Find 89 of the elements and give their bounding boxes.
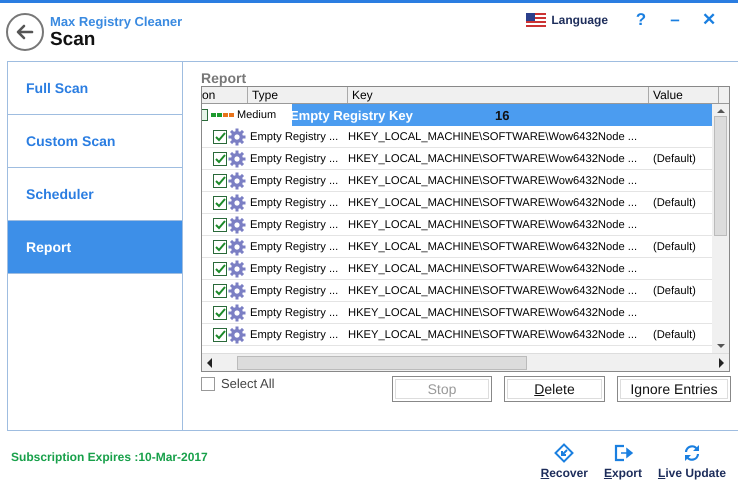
scroll-down-icon [716,343,726,349]
checkmark-icon [214,219,226,230]
checkbox[interactable] [213,306,227,320]
flag-icon [526,12,546,26]
group-count: 16 [495,108,510,122]
checkmark-icon [214,175,226,186]
table-cell: Empty Registry ... [250,152,338,164]
checkbox[interactable] [213,284,227,298]
checkbox[interactable] [213,240,227,254]
checkbox[interactable] [213,152,227,166]
table-cell: HKEY_LOCAL_MACHINE\SOFTWARE\Wow6432Node ... [348,284,638,296]
checkmark-icon [214,131,226,142]
section-title: Report [201,70,248,86]
severity-label: Medium [237,109,276,121]
scroll-right-icon [718,356,725,368]
footer-action-button[interactable]: Export [604,442,642,480]
checkbox-label: Select All [221,376,274,391]
gear-icon [228,238,246,256]
page-title: Scan [50,28,96,50]
checkbox[interactable] [201,376,215,390]
scroll-left-icon [206,356,213,368]
close-button[interactable]: ✕ [694,9,724,30]
table-cell: (Default) [653,152,696,164]
checkmark-icon [214,285,226,296]
scroll-thumb[interactable] [714,116,727,236]
column-header[interactable]: Type [248,87,348,103]
gear-icon [228,150,246,168]
subscription-text: Subscription Expires :10-Mar-2017 [11,450,208,464]
action-button[interactable]: Ignore Entries [617,376,731,402]
table-cell: HKEY_LOCAL_MACHINE\SOFTWARE\Wow6432Node ... [348,152,638,164]
gear-icon [228,128,246,146]
table-cell: Empty Registry ... [250,240,338,252]
column-header[interactable]: on [202,87,248,103]
help-button[interactable]: ? [626,10,656,30]
action-button[interactable]: Delete [504,376,605,402]
app-name: Max Registry Cleaner [50,14,182,28]
gear-icon [228,216,246,234]
vertical-scrollbar[interactable] [712,104,729,353]
table-cell: Empty Registry ... [250,306,338,318]
table-cell: (Default) [653,196,696,208]
checkmark-icon [214,197,226,208]
column-header[interactable]: Value [649,87,719,103]
checkbox[interactable] [213,328,227,342]
table-cell: Empty Registry ... [250,174,338,186]
checkbox[interactable] [213,218,227,232]
table-cell: HKEY_LOCAL_MACHINE\SOFTWARE\Wow6432Node ... [348,174,638,186]
checkmark-icon [214,263,226,274]
table-cell: (Default) [653,328,696,340]
table-cell: (Default) [653,240,696,252]
checkbox[interactable] [213,174,227,188]
diamond-arrow-icon [553,442,576,464]
gear-icon [228,326,246,344]
severity-meter-icon [211,112,234,118]
table-cell: HKEY_LOCAL_MACHINE\SOFTWARE\Wow6432Node ... [348,130,638,142]
table-cell: HKEY_LOCAL_MACHINE\SOFTWARE\Wow6432Node ... [348,328,638,340]
gear-icon [228,260,246,278]
footer-action-button[interactable]: Recover [540,442,588,480]
checkbox[interactable] [213,196,227,210]
table-cell: HKEY_LOCAL_MACHINE\SOFTWARE\Wow6432Node ... [348,262,638,274]
table-cell: (Default) [653,284,696,296]
scroll-up-icon [716,108,726,114]
gear-icon [228,172,246,190]
table-cell: Empty Registry ... [250,218,338,230]
minimize-button[interactable]: – [660,10,690,30]
checkbox[interactable] [213,262,227,276]
table-cell: HKEY_LOCAL_MACHINE\SOFTWARE\Wow6432Node ... [348,196,638,208]
table-cell: Empty Registry ... [250,130,338,142]
table-cell: Empty Registry ... [250,284,338,296]
table-cell: Empty Registry ... [250,196,338,208]
table-cell: HKEY_LOCAL_MACHINE\SOFTWARE\Wow6432Node ... [348,218,638,230]
gear-icon [228,194,246,212]
scroll-thumb[interactable] [237,356,527,370]
table-cell: Empty Registry ... [250,262,338,274]
checkbox[interactable] [213,130,227,144]
gear-icon [228,304,246,322]
back-button[interactable] [6,13,44,51]
column-header[interactable]: Key [348,87,649,103]
horizontal-scrollbar[interactable] [202,353,729,371]
checkmark-icon [214,153,226,164]
checkmark-icon [214,241,226,252]
footer-action-button[interactable]: Live Update [658,442,726,480]
gear-icon [228,282,246,300]
table-cell: HKEY_LOCAL_MACHINE\SOFTWARE\Wow6432Node ... [348,240,638,252]
checkmark-icon [214,329,226,340]
table-cell: Empty Registry ... [250,328,338,340]
language-button[interactable]: Language [526,12,608,26]
checkmark-icon [214,307,226,318]
table-cell: HKEY_LOCAL_MACHINE\SOFTWARE\Wow6432Node ... [348,306,638,318]
checkbox[interactable] [202,109,208,121]
